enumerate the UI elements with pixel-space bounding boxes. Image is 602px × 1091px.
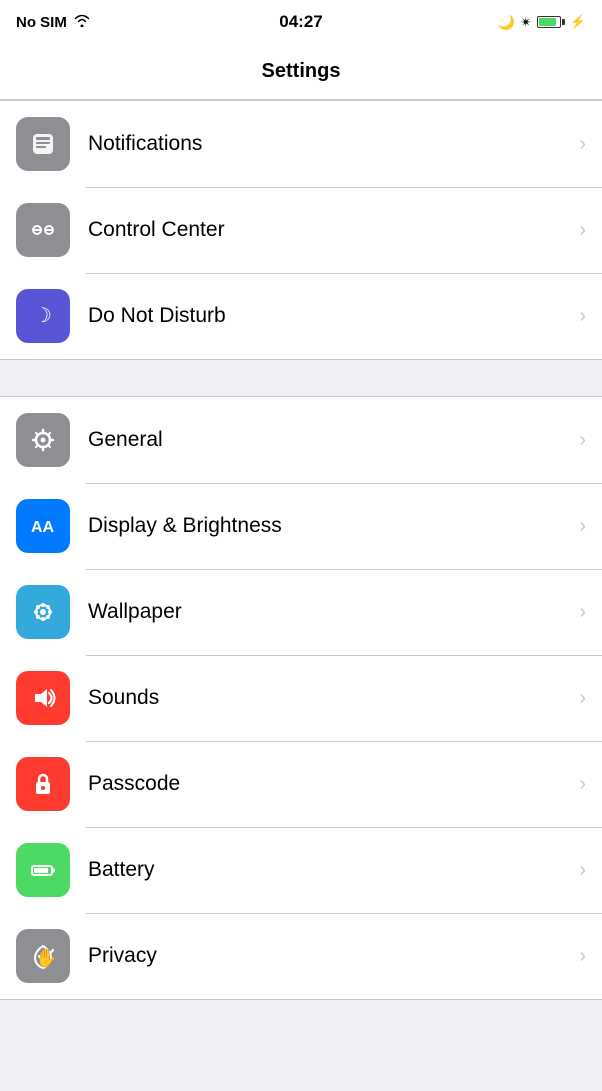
settings-item-notifications[interactable]: Notifications ›	[0, 101, 602, 187]
sounds-chevron: ›	[579, 687, 586, 710]
wallpaper-label: Wallpaper	[88, 600, 579, 624]
control-center-chevron: ›	[579, 219, 586, 242]
settings-item-sounds[interactable]: Sounds ›	[0, 655, 602, 741]
battery-chevron: ›	[579, 859, 586, 882]
carrier-label: No SIM	[16, 14, 67, 31]
time-display: 04:27	[279, 12, 322, 32]
wallpaper-icon	[16, 585, 70, 639]
control-center-icon	[16, 203, 70, 257]
status-bar: No SIM 04:27 🌙 ✴ ⚡	[0, 0, 602, 44]
bluetooth-icon: ✴	[520, 14, 532, 31]
privacy-chevron: ›	[579, 945, 586, 968]
do-not-disturb-chevron: ›	[579, 305, 586, 328]
wallpaper-chevron: ›	[579, 601, 586, 624]
settings-group-2: General › AA Display & Brightness ›	[0, 396, 602, 1000]
settings-item-do-not-disturb[interactable]: ☽ Do Not Disturb ›	[0, 273, 602, 359]
privacy-icon: ✋	[16, 929, 70, 983]
battery-icon	[16, 843, 70, 897]
general-icon	[16, 413, 70, 467]
settings-item-control-center[interactable]: Control Center ›	[0, 187, 602, 273]
privacy-label: Privacy	[88, 944, 579, 968]
display-label: Display & Brightness	[88, 514, 579, 538]
svg-text:✋: ✋	[35, 947, 57, 968]
wifi-icon	[73, 13, 91, 31]
notifications-icon	[16, 117, 70, 171]
settings-item-general[interactable]: General ›	[0, 397, 602, 483]
general-label: General	[88, 428, 579, 452]
passcode-chevron: ›	[579, 773, 586, 796]
page-title: Settings	[262, 60, 341, 83]
settings-group-1: Notifications › Control Center › ☽ Do No…	[0, 100, 602, 360]
sounds-label: Sounds	[88, 686, 579, 710]
passcode-label: Passcode	[88, 772, 579, 796]
status-right: 🌙 ✴ ⚡	[498, 14, 586, 31]
battery-label: Battery	[88, 858, 579, 882]
settings-item-display[interactable]: AA Display & Brightness ›	[0, 483, 602, 569]
passcode-icon	[16, 757, 70, 811]
status-left: No SIM	[16, 13, 91, 31]
page-header: Settings	[0, 44, 602, 100]
sounds-icon	[16, 671, 70, 725]
display-icon: AA	[16, 499, 70, 553]
do-not-disturb-icon: ☽	[16, 289, 70, 343]
section-gap-1	[0, 360, 602, 396]
settings-item-battery[interactable]: Battery ›	[0, 827, 602, 913]
svg-text:AA: AA	[31, 519, 55, 536]
battery-status-icon	[537, 16, 565, 28]
bottom-gap	[0, 1000, 602, 1040]
control-center-label: Control Center	[88, 218, 579, 242]
notifications-chevron: ›	[579, 133, 586, 156]
svg-text:☽: ☽	[34, 305, 52, 327]
settings-item-wallpaper[interactable]: Wallpaper ›	[0, 569, 602, 655]
settings-item-privacy[interactable]: ✋ Privacy ›	[0, 913, 602, 999]
do-not-disturb-label: Do Not Disturb	[88, 304, 579, 328]
general-chevron: ›	[579, 429, 586, 452]
display-chevron: ›	[579, 515, 586, 538]
charging-icon: ⚡	[570, 14, 586, 30]
moon-icon: 🌙	[498, 14, 515, 31]
notifications-label: Notifications	[88, 132, 579, 156]
settings-item-passcode[interactable]: Passcode ›	[0, 741, 602, 827]
